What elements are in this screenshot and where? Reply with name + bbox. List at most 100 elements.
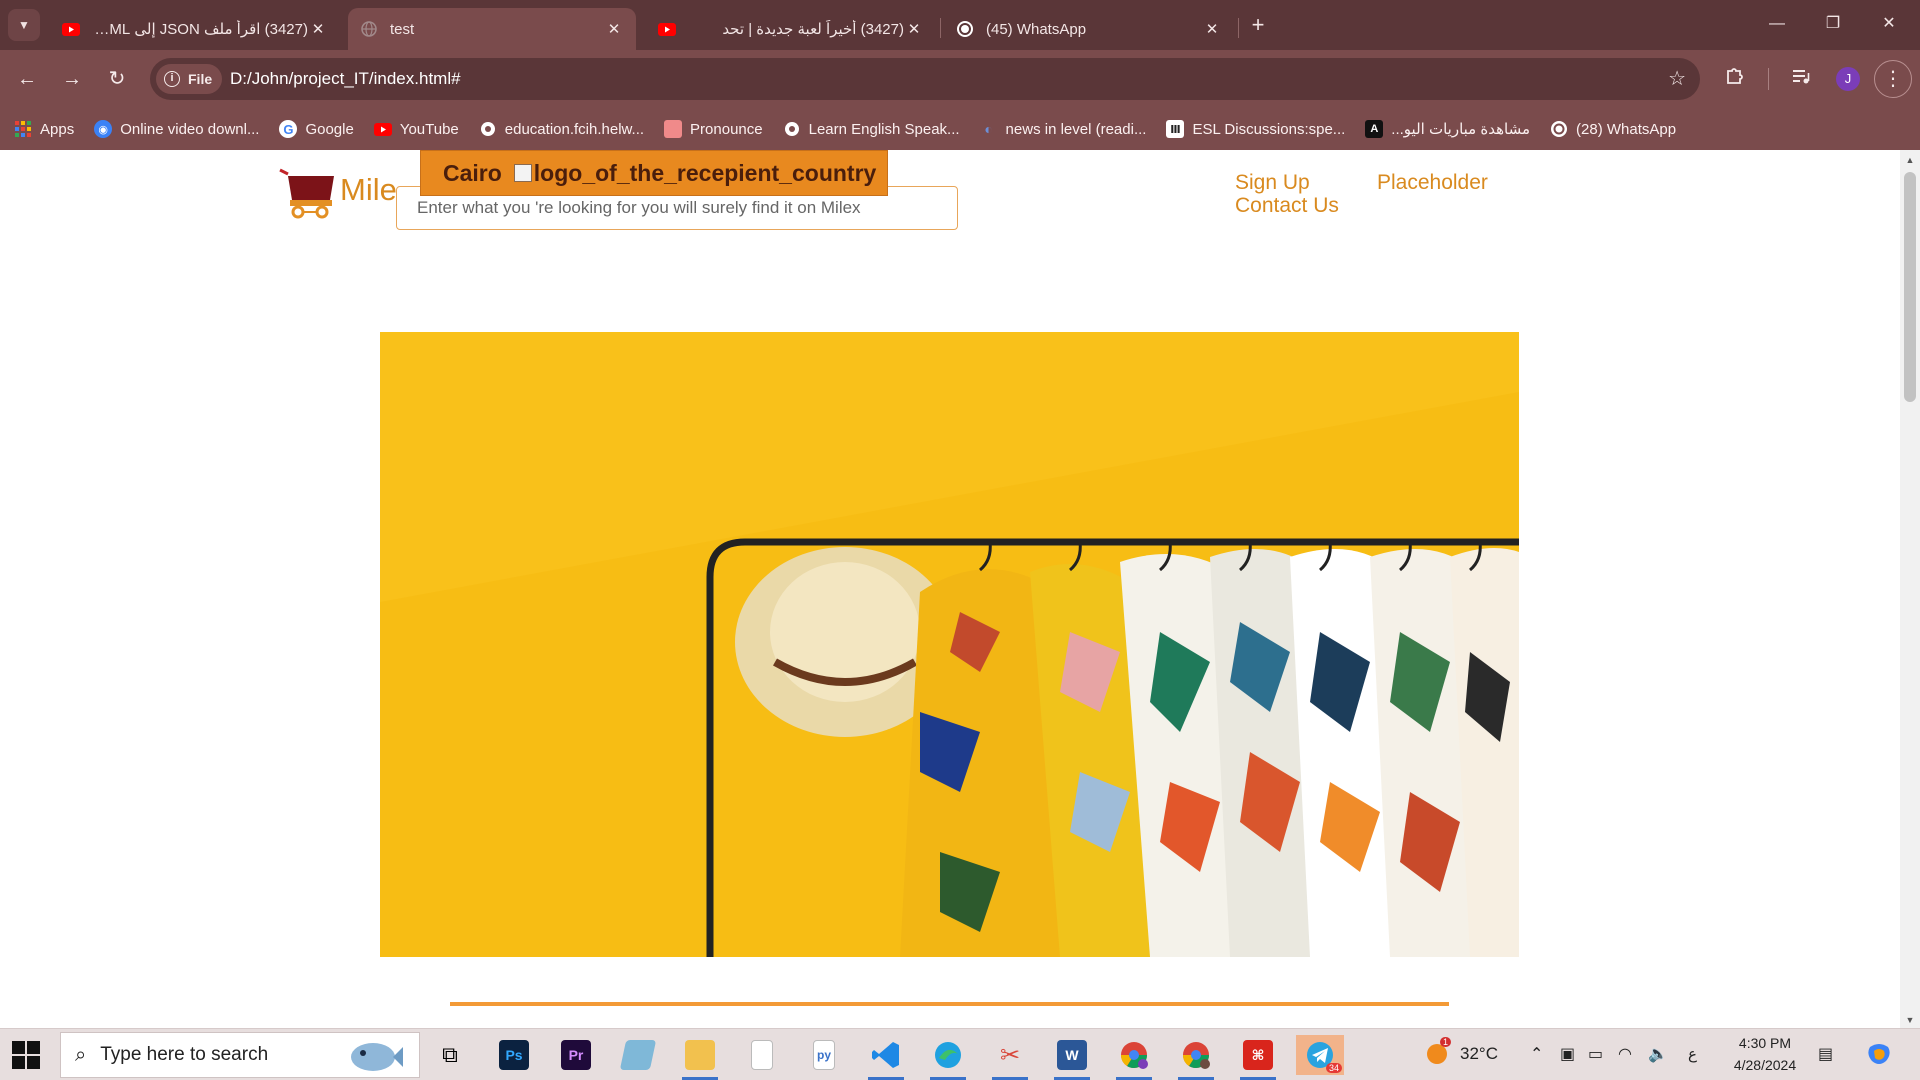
broken-image-icon [513,164,532,182]
python-file-icon[interactable]: py [804,1035,844,1075]
chrome-profile-j-icon[interactable] [1114,1035,1154,1080]
tab-title: (3427) أخيراً لعبة جديدة | تحد [722,21,904,38]
weather-temp[interactable]: 32°C [1460,1044,1498,1064]
tab-new-game[interactable]: (3427) أخيراً لعبة جديدة | تحد ✕ [646,8,936,50]
input-language[interactable]: ع [1688,1045,1697,1063]
bookmark-label: مشاهدة مباريات اليو... [1391,121,1531,138]
delivery-location-box[interactable]: Cairo logo_of_the_recepient_country [420,150,888,196]
chevron-up-icon[interactable]: ⌃ [1530,1044,1543,1064]
tab-strip: ▼ (3427) اقرأ ملف JSON إلى HTML ✕ test ✕… [0,0,1920,50]
page-scrollbar[interactable]: ▲ ▼ [1900,150,1920,1028]
bookmark-esl[interactable]: Ⅲ ESL Discussions:spe... [1166,120,1345,138]
close-icon[interactable]: ✕ [904,20,924,38]
close-icon[interactable]: ✕ [1202,20,1222,38]
vscode-icon[interactable] [866,1035,906,1080]
bookmark-label: Pronounce [690,120,763,138]
copilot-icon[interactable] [1866,1041,1892,1072]
cart-logo-icon[interactable] [278,166,336,220]
bookmark-pronounce[interactable]: Pronounce [664,120,763,138]
bookmark-learn-english[interactable]: Learn English Speak... [783,120,960,138]
scroll-thumb[interactable] [1904,172,1916,402]
youtube-icon [373,120,392,138]
acrobat-icon[interactable]: ⌘ [1238,1035,1278,1080]
taskbar-search-box[interactable]: ⌕ Type here to search [60,1032,420,1078]
bookmark-online-video[interactable]: ◉ Online video downl... [94,120,259,138]
word-icon[interactable]: W [1052,1035,1092,1080]
taskbar-search-placeholder: Type here to search [100,1044,269,1065]
scroll-down-icon[interactable]: ▼ [1900,1012,1920,1028]
video-download-icon: ◉ [94,120,113,138]
media-control-icon[interactable] [1784,62,1818,96]
telegram-icon[interactable]: 34 [1296,1035,1344,1075]
minimize-icon[interactable]: — [1754,8,1800,40]
bookmark-news-in-level[interactable]: ◐ news in level (readi... [980,120,1147,138]
placeholder-link[interactable]: Placeholder [1377,171,1488,195]
more-menu-icon[interactable]: ⋮ [1874,60,1912,98]
bookmark-star-icon[interactable]: ☆ [1668,58,1686,100]
meet-now-icon[interactable]: ▣ [1560,1044,1575,1064]
weather-icon[interactable]: 1 [1424,1037,1452,1071]
tab-search-button[interactable]: ▼ [8,9,40,41]
bookmark-google[interactable]: G Google [279,120,354,138]
notifications-icon[interactable]: ▤ [1818,1044,1833,1064]
photoshop-icon[interactable]: Ps [494,1035,534,1075]
battery-icon[interactable]: ▭ [1588,1044,1603,1064]
chrome-profile-m-icon[interactable] [1176,1035,1216,1080]
google-icon: G [279,120,298,138]
hero-banner-image [380,332,1519,957]
bookmark-sports[interactable]: A مشاهدة مباريات اليو... [1365,120,1530,138]
restore-icon[interactable]: ❐ [1810,8,1856,40]
windows-start-icon[interactable] [12,1041,40,1069]
bookmark-youtube[interactable]: YouTube [373,120,459,138]
url-text[interactable]: D:/John/project_IT/index.html# [230,58,461,100]
brand-name[interactable]: Mile [340,172,397,208]
bookmark-apps[interactable]: Apps [14,120,74,138]
close-icon[interactable]: ✕ [604,20,624,38]
tab-whatsapp[interactable]: (45) WhatsApp ✕ [944,8,1234,50]
wifi-icon[interactable]: ◠ [1618,1044,1632,1064]
tab-test[interactable]: test ✕ [348,8,636,50]
globe-icon [479,120,497,138]
blank-document-icon[interactable] [742,1035,782,1075]
reload-icon[interactable]: ↻ [100,62,134,96]
globe-icon [360,20,378,38]
bookmark-label: news in level (readi... [1005,120,1147,138]
close-window-icon[interactable]: ✕ [1866,8,1912,40]
bookmark-education[interactable]: education.fcih.helw... [479,120,644,138]
sports-icon: A [1365,120,1384,138]
edge-icon[interactable] [928,1035,968,1080]
tab-title: test [390,20,415,38]
new-tab-button[interactable]: + [1244,12,1272,40]
pronounce-icon [664,120,683,138]
bookmarks-bar: Apps ◉ Online video downl... G Google Yo… [0,108,1920,150]
scroll-up-icon[interactable]: ▲ [1900,152,1920,168]
section-divider [450,1002,1449,1006]
file-explorer-icon[interactable] [680,1035,720,1080]
forward-arrow-icon[interactable]: → [55,62,89,96]
extensions-puzzle-icon[interactable] [1718,62,1752,96]
notes-app-icon[interactable] [618,1035,658,1075]
shirts [900,548,1519,957]
whatsapp-icon [1550,120,1568,138]
volume-icon[interactable]: 🔈 [1648,1044,1668,1064]
address-bar[interactable]: i File D:/John/project_IT/index.html# ☆ [150,58,1700,100]
premiere-icon[interactable]: Pr [556,1035,596,1075]
tab-json-html[interactable]: (3427) اقرأ ملف JSON إلى HTML ✕ [50,8,340,50]
sign-up-link[interactable]: Sign Up [1235,171,1310,195]
contact-us-link[interactable]: Contact Us [1235,194,1339,218]
close-icon[interactable]: ✕ [308,20,328,38]
clock-date[interactable]: 4/28/2024 [1720,1057,1810,1073]
site-info-chip[interactable]: i File [156,64,223,94]
windows-taskbar: ⌕ Type here to search ⧉ Ps Pr py ✂ W ⌘ 3… [0,1028,1920,1080]
weather-badge: 1 [1440,1037,1452,1047]
back-arrow-icon[interactable]: ← [10,62,44,96]
snipping-tool-icon[interactable]: ✂ [990,1035,1030,1080]
profile-avatar[interactable]: J [1836,67,1860,91]
bookmark-whatsapp[interactable]: (28) WhatsApp [1550,120,1676,138]
toolbar-separator [1768,68,1769,90]
bookmark-label: Google [305,120,354,138]
tab-separator [940,18,941,38]
task-view-icon[interactable]: ⧉ [430,1035,470,1075]
browser-toolbar: ← → ↻ i File D:/John/project_IT/index.ht… [0,50,1920,108]
clock-time[interactable]: 4:30 PM [1720,1035,1810,1051]
